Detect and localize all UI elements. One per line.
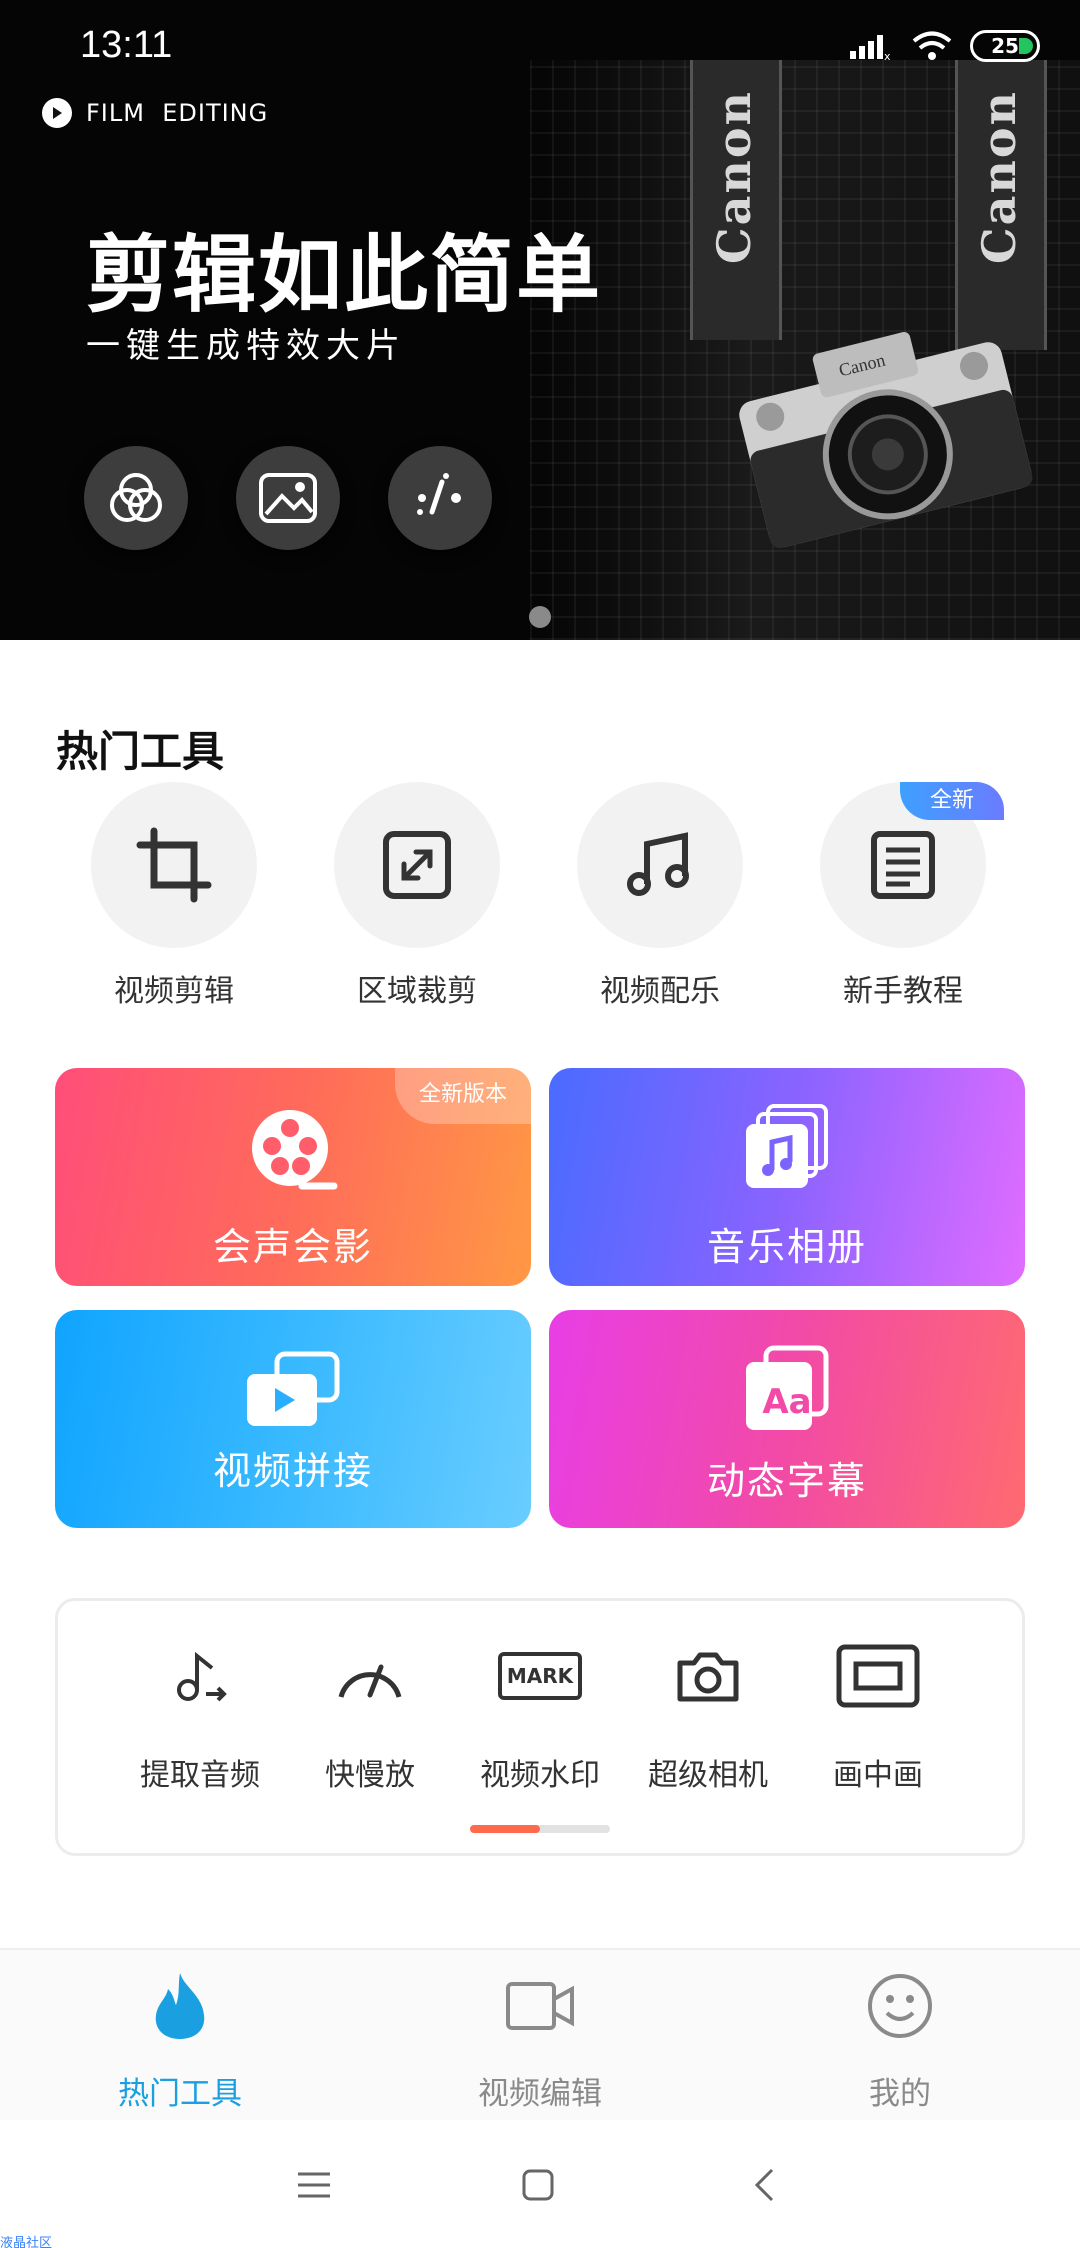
new-version-badge: 全新版本	[395, 1068, 531, 1124]
resize-icon	[383, 831, 451, 899]
tool-label: 视频水印	[480, 1758, 600, 1793]
tool-video-cut[interactable]: 视频剪辑	[84, 782, 264, 1010]
hero-filter-button[interactable]	[84, 446, 188, 550]
card-label: 动态字幕	[706, 1459, 867, 1503]
tool-video-music[interactable]: 视频配乐	[570, 782, 750, 1010]
section-title: 热门工具	[56, 727, 225, 776]
magic-wand-icon	[417, 473, 461, 515]
hero-subtitle: 一键生成特效大片	[86, 326, 406, 366]
nav-hot-tools[interactable]: 热门工具	[60, 1966, 300, 2113]
tool-label: 视频剪辑	[114, 974, 234, 1009]
nav-label: 我的	[869, 2076, 931, 2112]
brand-text: FILM EDITING	[86, 99, 269, 127]
crop-icon	[136, 827, 212, 903]
status-time: 13:11	[80, 24, 173, 66]
watermark-text: 液晶社区	[0, 2236, 53, 2248]
card-label: 视频拼接	[212, 1449, 373, 1493]
tool-picture-in-picture[interactable]: 画中画	[793, 1636, 963, 1794]
nav-label: 视频编辑	[478, 2076, 602, 2112]
nav-label: 热门工具	[118, 2076, 242, 2112]
speedometer-icon	[338, 1664, 402, 1698]
tool-label: 画中画	[833, 1758, 923, 1793]
signal-icon: x	[850, 35, 891, 61]
svg-text:x: x	[884, 50, 891, 61]
hero-banner[interactable]: Canon Canon Canon 13:11 x 25 FILM EDITIN…	[0, 0, 1080, 640]
tool-extract-audio[interactable]: 提取音频	[115, 1636, 285, 1794]
tool-label: 超级相机	[648, 1758, 768, 1793]
tool-circle	[334, 782, 500, 948]
status-icons: x 25	[848, 30, 1040, 62]
watermark-icon-text: MARK	[506, 1664, 574, 1688]
card-dynamic-subtitle[interactable]: Aa 动态字幕	[549, 1310, 1025, 1528]
video-stack-icon	[247, 1351, 340, 1426]
subtitle-icon-text: Aa	[762, 1382, 812, 1422]
tool-label: 新手教程	[843, 974, 963, 1009]
audio-extract-icon	[177, 1651, 227, 1702]
tool-super-camera[interactable]: 超级相机	[623, 1636, 793, 1794]
flame-icon	[155, 1973, 205, 2039]
hero-title: 剪辑如此简单	[86, 226, 603, 324]
battery-level: 25	[991, 34, 1019, 58]
film-reel-icon	[252, 1110, 338, 1190]
watermark-icon: MARK	[498, 1652, 582, 1700]
card-music-album[interactable]: 音乐相册	[549, 1068, 1025, 1286]
back-button[interactable]	[734, 2160, 794, 2210]
hero-image-button[interactable]	[236, 446, 340, 550]
picture-in-picture-icon	[836, 1644, 920, 1708]
card-label: 会声会影	[212, 1225, 373, 1269]
music-album-icon	[746, 1104, 828, 1188]
menu-icon	[298, 2172, 330, 2198]
filter-icon	[110, 473, 162, 522]
wifi-icon	[912, 31, 952, 60]
home-icon	[522, 2169, 554, 2201]
status-bar: 13:11 x 25	[0, 0, 1080, 96]
brand-logo: FILM EDITING	[42, 98, 268, 128]
hero-effects-button[interactable]	[388, 446, 492, 550]
back-icon	[754, 2168, 774, 2202]
home-button[interactable]	[508, 2160, 568, 2210]
card-huisheng-huiying[interactable]: 全新版本 会声会影	[55, 1068, 531, 1286]
camera-icon	[677, 1652, 739, 1702]
document-icon	[871, 831, 935, 899]
menu-button[interactable]	[284, 2160, 344, 2210]
camera-strap-left: Canon	[690, 60, 782, 340]
tool-label: 快慢放	[325, 1758, 415, 1793]
tool-label: 提取音频	[140, 1758, 260, 1793]
card-video-merge[interactable]: 视频拼接	[55, 1310, 531, 1528]
tool-label: 区域裁剪	[357, 974, 477, 1009]
tool-circle	[577, 782, 743, 948]
nav-video-edit[interactable]: 视频编辑	[420, 1966, 660, 2113]
play-icon	[42, 98, 72, 128]
music-note-icon	[627, 832, 689, 896]
tool-area-crop[interactable]: 区域裁剪	[327, 782, 507, 1010]
battery-icon: 25	[970, 30, 1040, 62]
carousel-indicator	[529, 606, 551, 628]
tools-scroll-thumb[interactable]	[470, 1825, 540, 1833]
tool-circle	[91, 782, 257, 948]
smiley-icon	[868, 1974, 932, 2038]
nav-mine[interactable]: 我的	[780, 1966, 1020, 2113]
card-label: 音乐相册	[706, 1225, 867, 1269]
tool-watermark[interactable]: MARK 视频水印	[455, 1636, 625, 1794]
video-camera-icon	[506, 1982, 574, 2030]
tool-speed[interactable]: 快慢放	[285, 1636, 455, 1794]
image-icon	[259, 473, 317, 523]
tool-label: 视频配乐	[600, 974, 720, 1009]
new-badge: 全新	[900, 782, 1004, 820]
